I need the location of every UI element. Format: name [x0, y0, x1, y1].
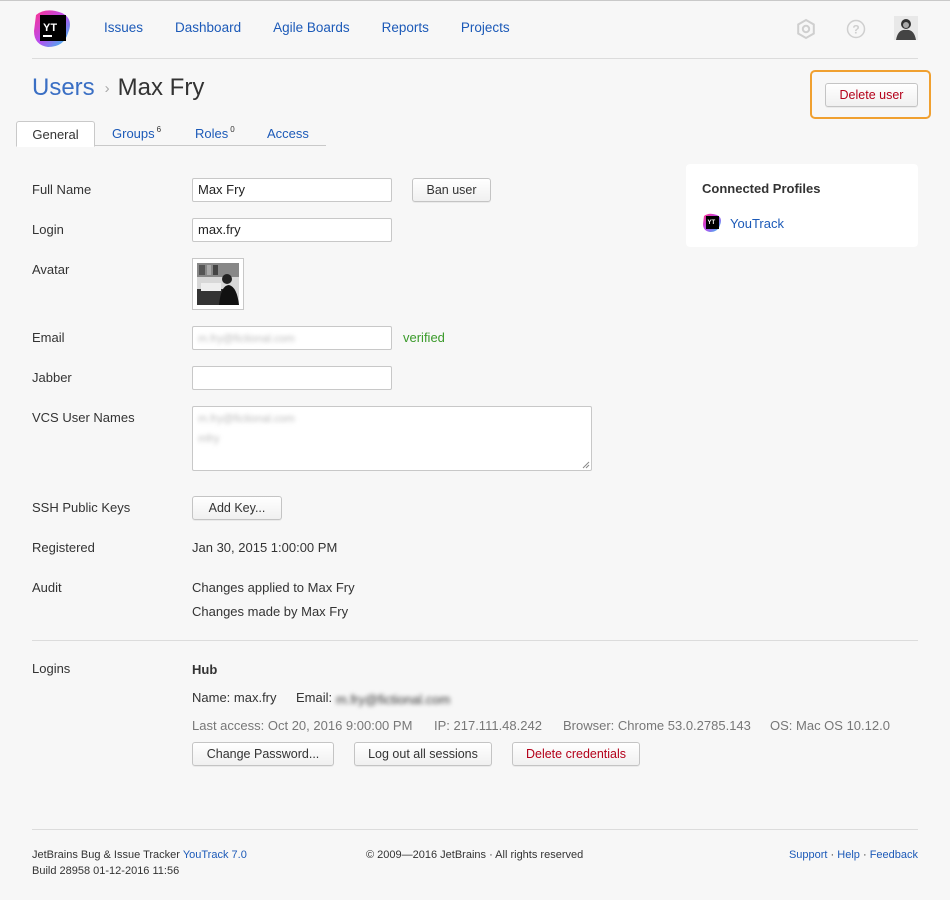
avatar-label: Avatar	[32, 262, 70, 277]
footer-dot-2: ·	[862, 849, 867, 861]
header-divider	[32, 58, 918, 59]
footer-copyright: © 2009—2016 JetBrains · All rights reser…	[366, 849, 584, 861]
login-email-prefix: Email:	[296, 690, 333, 705]
tab-general-label: General	[32, 126, 79, 142]
audit-changes-applied-link[interactable]: Changes applied to Max Fry	[192, 580, 355, 595]
footer-product-link[interactable]: YouTrack 7.0	[183, 849, 247, 861]
delete-user-button[interactable]: Delete user	[825, 83, 918, 107]
last-access: Last access: Oct 20, 2016 9:00:00 PM	[192, 718, 413, 733]
footer-help-link[interactable]: Help	[837, 849, 860, 861]
window-top-border	[0, 0, 950, 1]
section-divider	[32, 640, 918, 641]
email-field[interactable]: m.fry@fictional.com	[192, 326, 392, 350]
nav-reports[interactable]: Reports	[382, 20, 429, 35]
svg-text:YT: YT	[43, 22, 57, 34]
nav-projects[interactable]: Projects	[461, 20, 510, 35]
audit-changes-made-link[interactable]: Changes made by Max Fry	[192, 604, 348, 619]
help-icon[interactable]: ?	[845, 18, 867, 40]
svg-text:YT: YT	[708, 220, 716, 226]
footer-feedback-link[interactable]: Feedback	[870, 849, 918, 861]
tab-groups-count: 6	[156, 125, 162, 134]
nav-issues[interactable]: Issues	[104, 20, 143, 35]
tab-roles-count: 0	[230, 125, 235, 134]
tab-roles[interactable]: Roles 0	[195, 121, 235, 146]
connected-profiles-title: Connected Profiles	[702, 181, 821, 196]
footer-links: Support · Help · Feedback	[789, 849, 918, 861]
logins-label: Logins	[32, 661, 71, 676]
tab-roles-label: Roles	[195, 126, 229, 141]
full-name-field[interactable]: Max Fry	[192, 178, 392, 202]
youtrack-logo[interactable]: YT	[32, 9, 72, 49]
tab-access[interactable]: Access	[267, 121, 309, 146]
hub-title: Hub	[192, 662, 218, 677]
tab-general[interactable]: General	[16, 121, 95, 147]
email-verified-status: verified	[403, 330, 445, 345]
youtrack-icon: YT	[703, 213, 721, 232]
vcs-user-names-label: VCS User Names	[32, 410, 135, 425]
vcs-user-names-field[interactable]: m.fry@fictional.com mfry	[192, 406, 592, 471]
footer-dot-1: ·	[830, 849, 835, 861]
footer-build: Build 28958 01-12-2016 11:56	[32, 865, 180, 877]
nav-dashboard[interactable]: Dashboard	[175, 20, 241, 35]
add-key-button[interactable]: Add Key...	[192, 496, 282, 520]
avatar-image	[197, 263, 239, 305]
last-browser: Browser: Chrome 53.0.2785.143	[563, 718, 751, 733]
footer-product: JetBrains Bug & Issue Tracker YouTrack 7…	[32, 849, 247, 861]
vcs-line-2: mfry	[198, 433, 220, 445]
last-os: OS: Mac OS 10.12.0	[770, 718, 890, 733]
breadcrumb-users[interactable]: Users	[32, 74, 95, 102]
jabber-label: Jabber	[32, 370, 72, 385]
connected-profile-youtrack[interactable]: YT YouTrack	[702, 213, 784, 233]
avatar-picker[interactable]	[192, 258, 244, 310]
breadcrumb-current: Max Fry	[117, 74, 205, 101]
main-nav: Issues Dashboard Agile Boards Reports Pr…	[104, 20, 510, 35]
vcs-line-1: m.fry@fictional.com	[198, 413, 295, 425]
ssh-keys-label: SSH Public Keys	[32, 500, 131, 515]
login-label: Login	[32, 222, 64, 237]
login-name: Name: max.fry	[192, 690, 277, 705]
resize-handle-icon[interactable]	[582, 461, 590, 469]
full-name-label: Full Name	[32, 182, 92, 197]
tab-groups[interactable]: Groups 6	[112, 121, 161, 146]
footer-divider	[32, 829, 918, 830]
registered-label: Registered	[32, 540, 95, 555]
page-title: Users › Max Fry	[32, 74, 204, 102]
tab-access-label: Access	[267, 126, 309, 141]
logout-all-sessions-button[interactable]: Log out all sessions	[354, 742, 492, 766]
tab-groups-label: Groups	[112, 126, 155, 141]
tab-bar: General Groups 6 Roles 0 Access	[16, 121, 326, 147]
last-ip: IP: 217.111.48.242	[434, 718, 542, 733]
breadcrumb-separator: ›	[104, 80, 110, 97]
ban-user-button[interactable]: Ban user	[412, 178, 491, 202]
change-password-button[interactable]: Change Password...	[192, 742, 334, 766]
nav-agile-boards[interactable]: Agile Boards	[273, 20, 350, 35]
jabber-field[interactable]	[192, 366, 392, 390]
email-value: m.fry@fictional.com	[198, 333, 295, 345]
user-avatar[interactable]	[894, 16, 918, 40]
audit-label: Audit	[32, 580, 62, 595]
footer-support-link[interactable]: Support	[789, 849, 828, 861]
delete-credentials-button[interactable]: Delete credentials	[512, 742, 640, 766]
registered-value: Jan 30, 2015 1:00:00 PM	[192, 540, 338, 555]
login-field[interactable]: max.fry	[192, 218, 392, 242]
login-email-value: m.fry@fictional.com	[336, 692, 451, 707]
connected-profiles-card: Connected Profiles YT YouTrack	[686, 164, 918, 247]
settings-icon[interactable]	[795, 18, 817, 40]
connected-profile-label: YouTrack	[730, 215, 784, 231]
footer-product-prefix: JetBrains Bug & Issue Tracker	[32, 849, 180, 861]
email-label: Email	[32, 330, 65, 345]
svg-text:?: ?	[852, 23, 859, 37]
